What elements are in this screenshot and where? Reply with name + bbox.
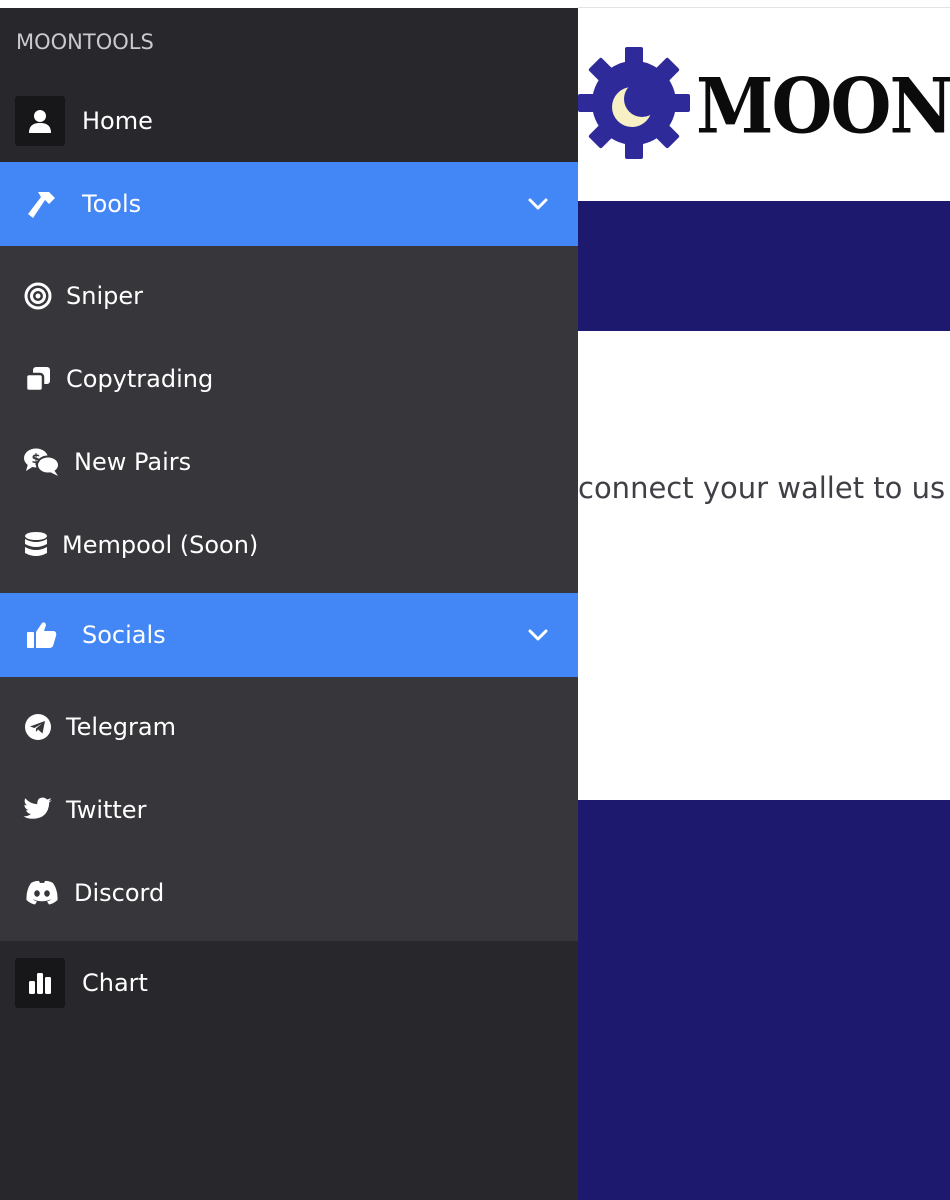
main-content: MOONTO connect your wallet to us — [578, 9, 950, 1200]
tools-submenu: Sniper Copytrading $ New Pairs Mempool (… — [0, 246, 578, 593]
hammer-icon — [22, 184, 62, 224]
bar-chart-icon — [15, 958, 65, 1008]
sidebar-item-label: Chart — [82, 969, 148, 997]
sidebar-item-telegram[interactable]: Telegram — [0, 685, 578, 768]
sidebar-item-label: Sniper — [66, 281, 143, 310]
logo-header: MOONTO — [578, 9, 950, 201]
hero-band — [578, 201, 950, 331]
sidebar-item-mempool[interactable]: Mempool (Soon) — [0, 503, 578, 586]
sidebar-item-label: Discord — [74, 878, 165, 907]
sidebar-item-copytrading[interactable]: Copytrading — [0, 337, 578, 420]
moon-gear-logo-icon — [578, 47, 690, 159]
discord-icon — [22, 877, 62, 909]
sidebar-item-new-pairs[interactable]: $ New Pairs — [0, 420, 578, 503]
user-icon — [15, 96, 65, 146]
thumbs-up-icon — [22, 615, 62, 655]
chevron-down-icon[interactable] — [526, 192, 550, 216]
sidebar-section-socials[interactable]: Socials — [0, 593, 578, 677]
sidebar-item-label: Telegram — [66, 712, 176, 741]
svg-text:$: $ — [31, 452, 40, 467]
sidebar-brand: MOONTOOLS — [16, 30, 154, 54]
logo-wordmark: MOONTO — [696, 61, 950, 151]
sidebar-item-twitter[interactable]: Twitter — [0, 768, 578, 851]
sidebar-item-discord[interactable]: Discord — [0, 851, 578, 934]
footer-band — [578, 800, 950, 1200]
target-icon — [22, 280, 54, 312]
socials-submenu: Telegram Twitter Discord — [0, 677, 578, 941]
sidebar: MOONTOOLS Home Tools Sniper Copytrading — [0, 8, 578, 1200]
sidebar-item-label: Mempool (Soon) — [62, 530, 259, 559]
sidebar-item-label: Twitter — [66, 795, 147, 824]
sidebar-item-label: Copytrading — [66, 364, 214, 393]
telegram-icon — [22, 711, 54, 743]
copy-icon — [22, 363, 54, 395]
database-icon — [22, 529, 50, 561]
sidebar-item-chart[interactable]: Chart — [0, 941, 578, 1025]
dollar-comments-icon: $ — [22, 446, 62, 478]
sidebar-section-label: Socials — [82, 621, 166, 649]
sidebar-section-tools[interactable]: Tools — [0, 162, 578, 246]
top-border — [578, 0, 950, 8]
sidebar-item-home[interactable]: Home — [0, 79, 578, 163]
sidebar-item-label: New Pairs — [74, 447, 192, 476]
connect-wallet-message: connect your wallet to us — [578, 471, 946, 505]
sidebar-item-sniper[interactable]: Sniper — [0, 254, 578, 337]
twitter-icon — [22, 794, 54, 826]
sidebar-item-label: Home — [82, 107, 153, 135]
chevron-down-icon[interactable] — [526, 623, 550, 647]
sidebar-section-label: Tools — [82, 190, 142, 218]
